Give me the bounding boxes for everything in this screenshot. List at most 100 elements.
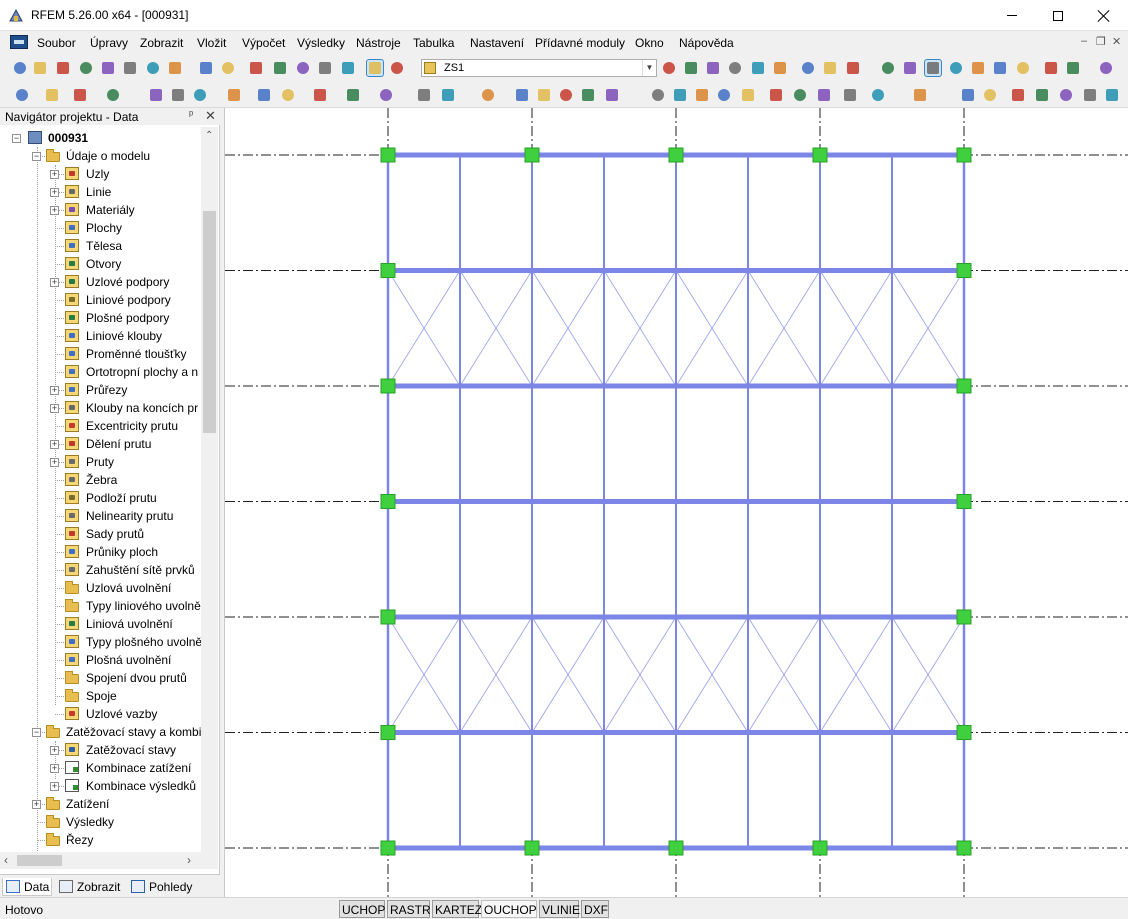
tree-item[interactable]: Žebra (0, 471, 200, 489)
toolbar-button-29[interactable] (816, 87, 832, 103)
tree-item[interactable]: Typy plošného uvolně (0, 633, 201, 651)
toolbar-button-23[interactable] (672, 87, 688, 103)
toolbar-button-4[interactable] (105, 87, 121, 103)
tree-item[interactable]: Plošné podpory (0, 309, 200, 327)
nodal-support[interactable] (812, 147, 828, 163)
tree-item[interactable]: + Materiály (0, 201, 200, 219)
toolbar-button-19[interactable] (558, 87, 574, 103)
tree-item[interactable]: Tělesa (0, 237, 200, 255)
toolbar-button-39[interactable] (1104, 87, 1120, 103)
menu-11[interactable]: Okno (635, 36, 664, 50)
scroll-thumb[interactable] (203, 211, 216, 433)
expand-icon[interactable]: + (50, 782, 59, 791)
tree-item[interactable]: + Klouby na koncích pr (0, 399, 200, 417)
tree-item[interactable]: Nelinearity prutu (0, 507, 200, 525)
tree-item[interactable]: Výsledky (0, 813, 200, 831)
tree-item[interactable]: Průniky ploch (0, 543, 200, 561)
toolbar-button-10[interactable] (220, 60, 236, 76)
maximize-button[interactable] (1035, 0, 1081, 31)
menu-8[interactable]: Tabulka (413, 36, 454, 50)
toolbar-button-14[interactable] (416, 87, 432, 103)
nodal-support[interactable] (812, 840, 828, 856)
tree-root-model[interactable]: − 000931 (0, 129, 200, 147)
toolbar-button-34[interactable] (1015, 60, 1031, 76)
mdi-minimize-icon[interactable]: ‒ (1081, 35, 1087, 47)
scroll-right-icon[interactable]: › (187, 853, 191, 867)
nodal-support[interactable] (956, 494, 972, 509)
tree-item[interactable]: Řezy (0, 831, 200, 849)
tree-item[interactable]: Liniová uvolnění (0, 615, 200, 633)
expand-icon[interactable]: + (32, 800, 41, 809)
nodal-support[interactable] (380, 609, 396, 625)
tree-item[interactable]: Uzlová uvolnění (0, 579, 200, 597)
nodal-support[interactable] (956, 147, 972, 163)
nodal-support[interactable] (380, 263, 396, 278)
model-view[interactable] (224, 108, 1128, 897)
expand-icon[interactable]: + (50, 458, 59, 467)
snap-button-2[interactable]: RASTR (387, 900, 431, 918)
tree-item[interactable]: + Zatěžovací stavy (0, 741, 200, 759)
toolbar-button-18[interactable] (536, 87, 552, 103)
tree-item[interactable]: Ortotropní plochy a n (0, 363, 200, 381)
nodal-support[interactable] (668, 840, 684, 856)
toolbar-button-22[interactable] (727, 60, 743, 76)
pin-icon[interactable]: ᵖ (189, 109, 193, 121)
toolbar-button-26[interactable] (822, 60, 838, 76)
toolbar-button-37[interactable] (1058, 87, 1074, 103)
toolbar-button-1[interactable] (14, 87, 30, 103)
nodal-support[interactable] (380, 494, 396, 509)
tree-item[interactable]: + Uzlové podpory (0, 273, 200, 291)
toolbar-button-27[interactable] (845, 60, 861, 76)
menu-1[interactable]: Soubor (37, 36, 76, 50)
nodal-support[interactable] (380, 725, 396, 740)
expand-icon[interactable]: + (50, 746, 59, 755)
toolbar-button-1[interactable] (12, 60, 28, 76)
tree-item[interactable]: + Uzly (0, 165, 200, 183)
toolbar-button-31[interactable] (948, 60, 964, 76)
tree-item[interactable]: Sady prutů (0, 525, 200, 543)
load-case-selector[interactable]: ZS1 ▼ (421, 59, 657, 77)
expand-icon[interactable]: + (50, 170, 59, 179)
document-window-icon[interactable] (10, 35, 28, 49)
menu-6[interactable]: Výsledky (297, 36, 345, 50)
toolbar-button-28[interactable] (792, 87, 808, 103)
mdi-restore-icon[interactable]: ❐ (1096, 35, 1106, 48)
toolbar-button-42[interactable] (366, 59, 384, 77)
nodal-support[interactable] (668, 147, 684, 163)
toolbar-button-30[interactable] (842, 87, 858, 103)
snap-button-1[interactable]: UCHOP (339, 900, 385, 918)
tree-item[interactable]: Otvory (0, 255, 200, 273)
toolbar-button-32[interactable] (970, 60, 986, 76)
tree-item[interactable]: + Zatížení (0, 795, 200, 813)
menu-9[interactable]: Nastavení (470, 36, 524, 50)
expand-icon[interactable]: + (50, 404, 59, 413)
tree-item[interactable]: + Průřezy (0, 381, 200, 399)
nodal-support[interactable] (380, 840, 396, 856)
nodal-support[interactable] (524, 147, 540, 163)
tree-item[interactable]: + Kombinace výsledků (0, 777, 200, 795)
snap-button-5[interactable]: VLINIE (539, 900, 580, 918)
toolbar-button-12[interactable] (272, 60, 288, 76)
collapse-icon[interactable]: − (32, 152, 41, 161)
toolbar-button-15[interactable] (440, 87, 456, 103)
tree-item[interactable]: Spojení dvou prutů (0, 669, 200, 687)
tree-item[interactable]: Liniové klouby (0, 327, 200, 345)
scroll-left-icon[interactable]: ‹ (4, 853, 8, 867)
minimize-button[interactable] (989, 0, 1035, 31)
snap-button-6[interactable]: DXF (581, 900, 609, 918)
navigator-close-icon[interactable]: ✕ (205, 108, 216, 124)
tree-item[interactable]: Plochy (0, 219, 200, 237)
tree-item[interactable]: + Pruty (0, 453, 200, 471)
toolbar-button-5[interactable] (100, 60, 116, 76)
menu-3[interactable]: Zobrazit (140, 36, 183, 50)
toolbar-button-6[interactable] (170, 87, 186, 103)
toolbar-button-25[interactable] (716, 87, 732, 103)
toolbar-button-8[interactable] (167, 60, 183, 76)
toolbar-button-33[interactable] (992, 60, 1008, 76)
tree-item[interactable]: Typy liniového uvolně (0, 597, 201, 615)
menu-5[interactable]: Výpočet (242, 36, 285, 50)
navigator-tab-2[interactable]: Zobrazit (56, 878, 126, 896)
nodal-support[interactable] (380, 147, 396, 163)
scroll-thumb[interactable] (17, 855, 62, 866)
tree-item[interactable]: Spoje (0, 687, 200, 705)
